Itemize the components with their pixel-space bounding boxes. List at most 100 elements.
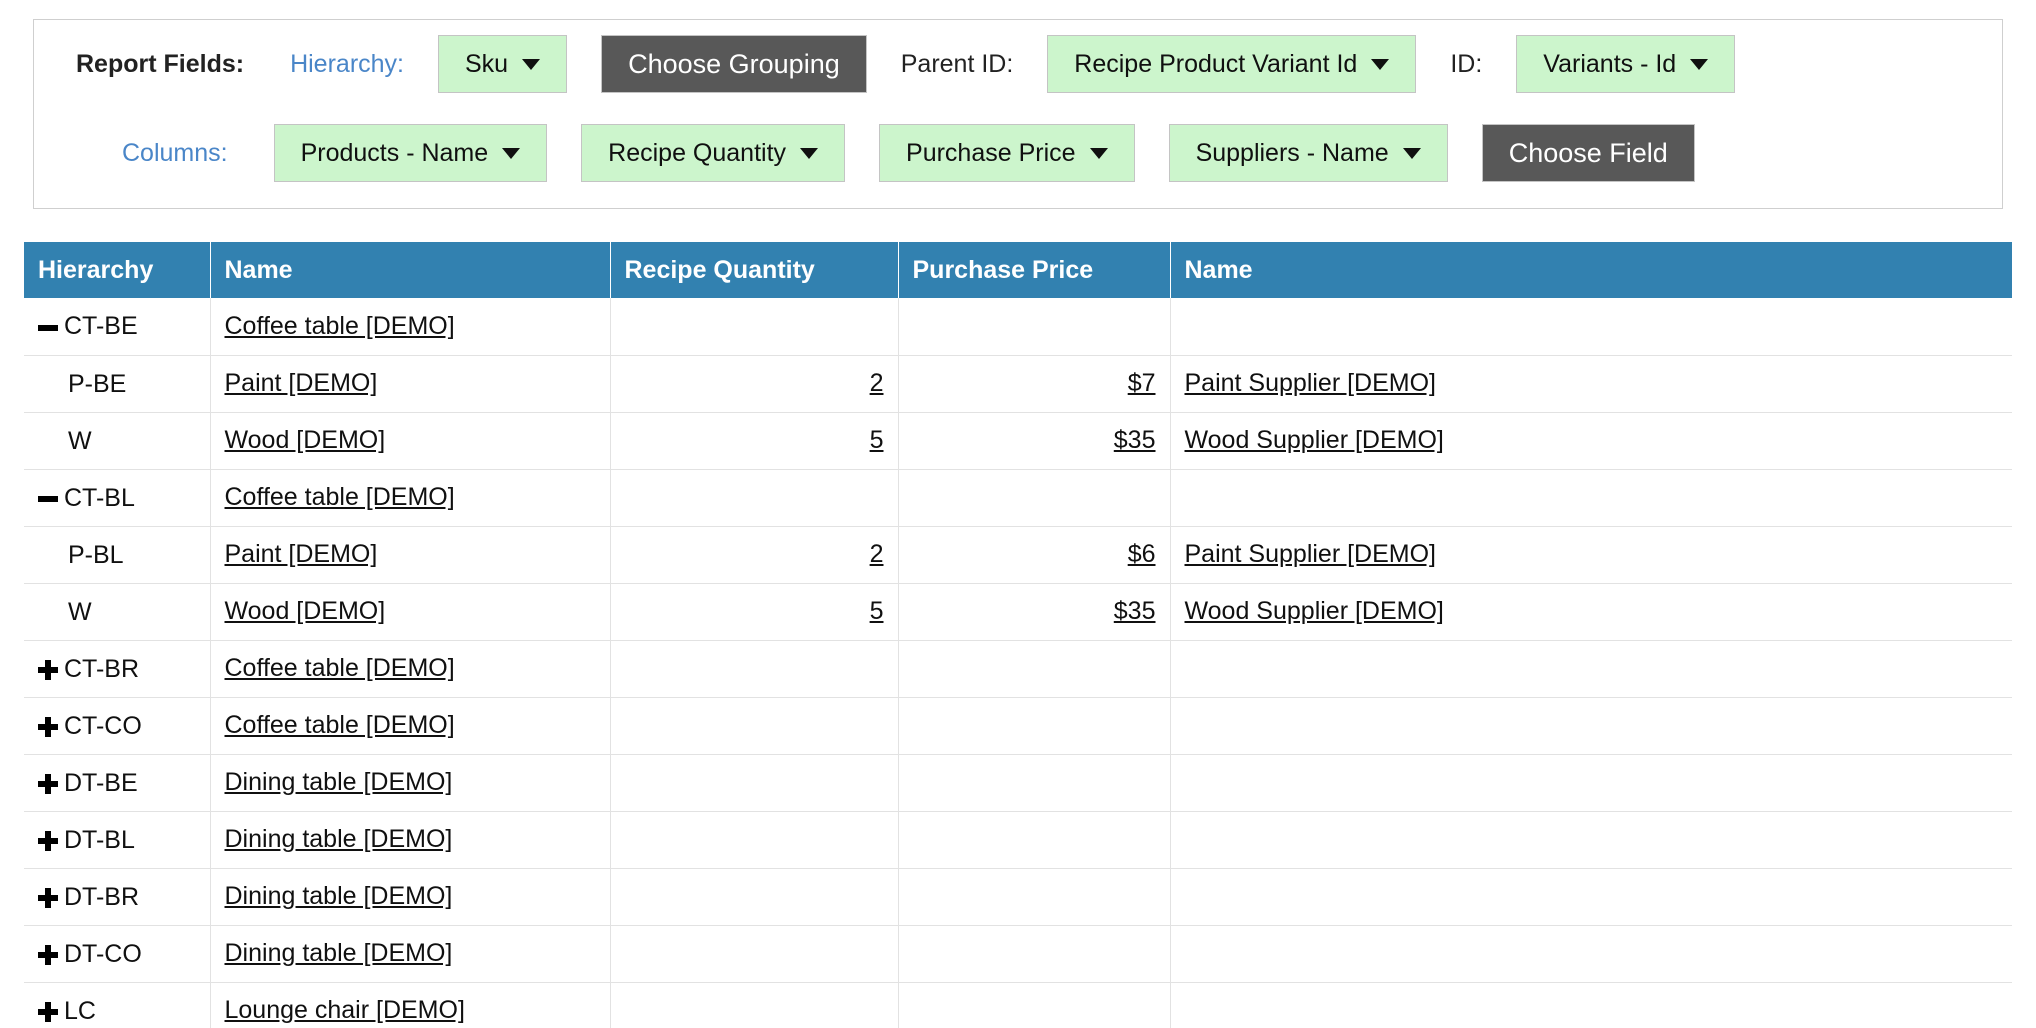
report-fields-panel: Report Fields: Hierarchy: Sku Choose Gro… [33, 19, 2003, 209]
supplier-name-link[interactable]: Paint Supplier [DEMO] [1185, 369, 1437, 397]
purchase-price-link[interactable]: $6 [1128, 540, 1156, 568]
id-field-value: Variants - Id [1543, 50, 1677, 78]
cell-supplier-name: Wood Supplier [DEMO] [1170, 412, 2012, 470]
product-name-link[interactable]: Wood [DEMO] [225, 597, 386, 625]
column-field-dropdown-3[interactable]: Suppliers - Name [1168, 124, 1448, 182]
product-name-link[interactable]: Coffee table [DEMO] [225, 483, 455, 511]
cell-name: Paint [DEMO] [210, 526, 611, 584]
hierarchy-label-text: W [68, 597, 92, 626]
hierarchy-label-text: DT-BR [64, 882, 139, 911]
cell-purchase-price [898, 925, 1171, 983]
cell-name: Dining table [DEMO] [210, 811, 611, 869]
product-name-link[interactable]: Dining table [DEMO] [225, 768, 453, 796]
product-name-link[interactable]: Dining table [DEMO] [225, 939, 453, 967]
cell-name: Dining table [DEMO] [210, 754, 611, 812]
cell-purchase-price [898, 640, 1171, 698]
column-header-name[interactable]: Name [210, 242, 611, 298]
cell-supplier-name [1170, 754, 2012, 812]
supplier-name-link[interactable]: Paint Supplier [DEMO] [1185, 540, 1437, 568]
recipe-quantity-link[interactable]: 5 [870, 426, 884, 454]
cell-hierarchy: W [24, 583, 211, 641]
recipe-quantity-link[interactable]: 2 [870, 540, 884, 568]
parent-id-field-dropdown[interactable]: Recipe Product Variant Id [1047, 35, 1417, 93]
product-name-link[interactable]: Dining table [DEMO] [225, 882, 453, 910]
product-name-link[interactable]: Coffee table [DEMO] [225, 654, 455, 682]
hierarchy-field-dropdown[interactable]: Sku [438, 35, 568, 93]
product-name-link[interactable]: Dining table [DEMO] [225, 825, 453, 853]
column-field-dropdown-1[interactable]: Recipe Quantity [581, 124, 846, 182]
cell-supplier-name [1170, 925, 2012, 983]
cell-name: Lounge chair [DEMO] [210, 982, 611, 1028]
column-field-dropdown-2[interactable]: Purchase Price [879, 124, 1135, 182]
cell-supplier-name [1170, 811, 2012, 869]
hierarchy-label-text: DT-CO [64, 939, 142, 968]
hierarchy-label-text: CT-BL [64, 483, 135, 512]
cell-supplier-name [1170, 868, 2012, 926]
column-field-value-1: Recipe Quantity [608, 139, 787, 167]
purchase-price-link[interactable]: $35 [1114, 426, 1156, 454]
table-body: CT-BE Coffee table [DEMO] P-BE Paint [DEMO]… [24, 298, 2012, 1028]
choose-grouping-label: Choose Grouping [628, 49, 840, 79]
cell-recipe-quantity [610, 811, 899, 869]
choose-field-label: Choose Field [1508, 138, 1668, 168]
cell-recipe-quantity: 5 [610, 412, 899, 470]
product-name-link[interactable]: Paint [DEMO] [225, 369, 378, 397]
column-field-dropdown-0[interactable]: Products - Name [273, 124, 548, 182]
hierarchy-label: Hierarchy: [290, 49, 404, 78]
hierarchy-label-text: DT-BL [64, 825, 135, 854]
chevron-down-icon [522, 58, 541, 70]
cell-recipe-quantity: 5 [610, 583, 899, 641]
hierarchy-label-text: CT-BR [64, 654, 139, 683]
column-field-value-0: Products - Name [300, 139, 489, 167]
table-row: DT-BE Dining table [DEMO] [24, 754, 2012, 812]
recipe-quantity-link[interactable]: 5 [870, 597, 884, 625]
id-label: ID: [1450, 49, 1483, 78]
column-header-recipe-quantity[interactable]: Recipe Quantity [610, 242, 899, 298]
cell-purchase-price: $7 [898, 355, 1171, 413]
chevron-down-icon [1402, 147, 1421, 159]
cell-name: Dining table [DEMO] [210, 868, 611, 926]
product-name-link[interactable]: Paint [DEMO] [225, 540, 378, 568]
cell-hierarchy: CT-BL [24, 469, 211, 527]
cell-purchase-price [898, 697, 1171, 755]
cell-hierarchy: DT-CO [24, 925, 211, 983]
cell-supplier-name [1170, 298, 2012, 356]
cell-supplier-name [1170, 697, 2012, 755]
purchase-price-link[interactable]: $7 [1128, 369, 1156, 397]
cell-recipe-quantity: 2 [610, 526, 899, 584]
report-page: Report Fields: Hierarchy: Sku Choose Gro… [0, 0, 2036, 1028]
hierarchy-label-text: DT-BE [64, 768, 138, 797]
id-field-dropdown[interactable]: Variants - Id [1516, 35, 1736, 93]
report-table: Hierarchy Name Recipe Quantity Purchase … [24, 242, 2012, 1028]
product-name-link[interactable]: Lounge chair [DEMO] [225, 996, 465, 1024]
cell-name: Coffee table [DEMO] [210, 298, 611, 356]
column-header-supplier-name[interactable]: Name [1170, 242, 2012, 298]
hierarchy-label-text: LC [64, 996, 96, 1025]
choose-field-button[interactable]: Choose Field [1481, 124, 1695, 182]
table-header: Hierarchy Name Recipe Quantity Purchase … [24, 242, 2012, 298]
cell-purchase-price: $6 [898, 526, 1171, 584]
table-row: W Wood [DEMO] 5 $35 Wood Supplier [DEMO] [24, 412, 2012, 470]
cell-name: Wood [DEMO] [210, 412, 611, 470]
choose-grouping-button[interactable]: Choose Grouping [601, 35, 867, 93]
supplier-name-link[interactable]: Wood Supplier [DEMO] [1185, 597, 1444, 625]
cell-recipe-quantity [610, 754, 899, 812]
column-header-hierarchy[interactable]: Hierarchy [24, 242, 211, 298]
table-row: CT-BL Coffee table [DEMO] [24, 469, 2012, 527]
column-header-purchase-price[interactable]: Purchase Price [898, 242, 1171, 298]
cell-hierarchy: P-BL [24, 526, 211, 584]
recipe-quantity-link[interactable]: 2 [870, 369, 884, 397]
cell-purchase-price [898, 982, 1171, 1028]
cell-hierarchy: CT-BR [24, 640, 211, 698]
cell-name: Paint [DEMO] [210, 355, 611, 413]
product-name-link[interactable]: Coffee table [DEMO] [225, 312, 455, 340]
supplier-name-link[interactable]: Wood Supplier [DEMO] [1185, 426, 1444, 454]
table-header-row: Hierarchy Name Recipe Quantity Purchase … [24, 242, 2012, 298]
column-field-value-2: Purchase Price [906, 139, 1076, 167]
columns-label: Columns: [122, 138, 228, 167]
table-row: LC Lounge chair [DEMO] [24, 982, 2012, 1028]
cell-supplier-name: Wood Supplier [DEMO] [1170, 583, 2012, 641]
product-name-link[interactable]: Coffee table [DEMO] [225, 711, 455, 739]
purchase-price-link[interactable]: $35 [1114, 597, 1156, 625]
product-name-link[interactable]: Wood [DEMO] [225, 426, 386, 454]
